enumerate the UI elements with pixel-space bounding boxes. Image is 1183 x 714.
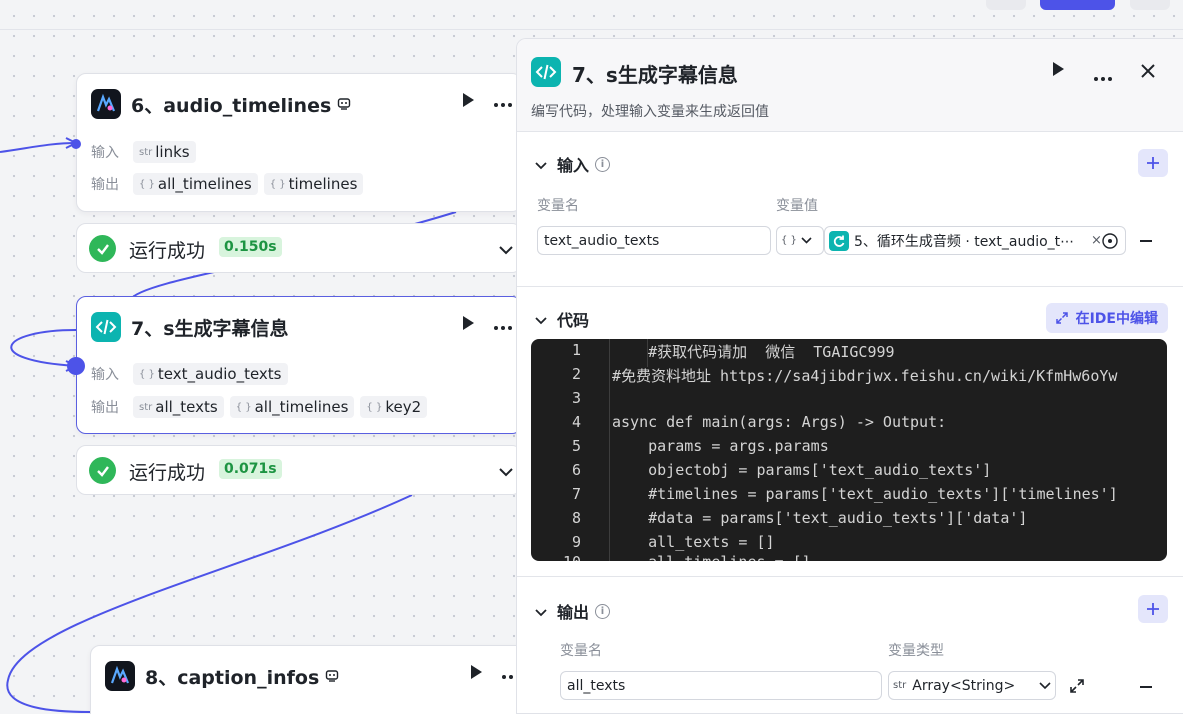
code-line: #data = params['text_audio_texts']['data… [612, 509, 1028, 527]
input-section: 输入 i 变量名 变量值 text_audio_texts { } 5、循环生成… [517, 131, 1183, 286]
output-chip: { } all_timelines [229, 396, 355, 418]
code-icon [531, 57, 561, 87]
info-icon[interactable]: i [595, 156, 611, 172]
expand-icon[interactable] [1069, 678, 1085, 698]
input-port[interactable] [71, 139, 81, 149]
column-header: 变量类型 [888, 643, 944, 659]
node-title: 6、audio_timelines [131, 94, 332, 117]
node-title: 8、caption_infos [145, 666, 320, 689]
output-type-select[interactable]: str Array<String> [888, 671, 1056, 700]
more-icon[interactable] [1093, 67, 1113, 86]
input-label: 输入 [91, 367, 119, 383]
node-audio-timelines[interactable]: 6、audio_timelines 输入 str links 输出 { } all_… [76, 73, 522, 212]
run-status-bar[interactable]: 运行成功 0.071s [76, 445, 522, 495]
output-chip: { } timelines [263, 173, 364, 195]
output-chip: { } all_timelines [133, 173, 258, 195]
code-line: objectobj = params['text_audio_texts'] [612, 461, 992, 479]
chevron-down-icon[interactable] [499, 462, 513, 481]
success-icon [89, 235, 116, 262]
run-icon[interactable] [469, 664, 483, 685]
panel-header: 7、s生成字幕信息 编写代码，处理输入变量来生成返回值 [517, 39, 1183, 131]
output-chip: str all_texts [133, 396, 224, 418]
more-icon[interactable] [493, 92, 513, 113]
add-input-button[interactable] [1138, 149, 1168, 177]
run-icon[interactable] [461, 92, 475, 113]
chevron-down-icon [801, 237, 812, 244]
output-section: 输出 i 变量名 变量类型 all_texts str Array<String… [517, 576, 1183, 713]
add-output-button[interactable] [1138, 595, 1168, 623]
chevron-down-icon[interactable] [499, 240, 513, 259]
ref-type-select[interactable]: { } [776, 226, 824, 255]
input-port[interactable] [67, 357, 85, 375]
panel-description: 编写代码，处理输入变量来生成返回值 [531, 104, 769, 120]
run-icon[interactable] [1051, 61, 1065, 81]
run-time-badge: 0.071s [219, 459, 282, 479]
status-text: 运行成功 [129, 240, 206, 262]
expand-icon [1055, 312, 1068, 324]
run-time-badge: 0.150s [219, 237, 282, 257]
ref-value-field[interactable]: 5、循环生成音频 · text_audio_t⋯ × [824, 226, 1126, 255]
code-editor[interactable]: 1 2 3 4 5 6 7 8 9 10 #获取代码请加 微信 TGAIGC99… [531, 339, 1167, 561]
collapse-chevron-icon[interactable] [535, 155, 547, 174]
run-status-bar[interactable]: 运行成功 0.150s [76, 223, 522, 273]
column-header: 变量值 [776, 198, 818, 214]
remove-input-button[interactable] [1140, 240, 1152, 242]
section-title: 输出 [557, 603, 590, 622]
node-title: 7、s生成字幕信息 [131, 317, 289, 340]
code-line: #获取代码请加 微信 TGAIGC999 [612, 343, 895, 361]
column-header: 变量名 [537, 198, 579, 214]
close-icon[interactable] [1140, 63, 1156, 83]
output-label: 输出 [91, 177, 119, 193]
column-header: 变量名 [560, 643, 602, 659]
code-line: all_timelines = [] [612, 553, 811, 561]
plugin-logo-icon [91, 89, 121, 119]
clear-icon[interactable]: × [1091, 233, 1102, 248]
node-subtitle-info[interactable]: 7、s生成字幕信息 输入 { } text_audio_texts 输出 str a… [76, 296, 522, 434]
input-var-name-field[interactable]: text_audio_texts [537, 226, 771, 255]
output-var-name-field[interactable]: all_texts [560, 671, 882, 700]
run-icon[interactable] [461, 315, 475, 336]
node-caption-infos[interactable]: 8、caption_infos [90, 645, 530, 714]
input-chip: { } text_audio_texts [133, 363, 288, 385]
output-label: 输出 [91, 400, 119, 416]
code-line: all_texts = [] [612, 533, 775, 551]
section-title: 代码 [557, 311, 590, 330]
remove-output-button[interactable] [1140, 686, 1152, 688]
section-title: 输入 [557, 156, 590, 175]
code-line: #timelines = params['text_audio_texts'][… [612, 485, 1118, 503]
edge [0, 142, 77, 153]
code-line: params = args.params [612, 437, 829, 455]
code-section: 代码 在IDE中编辑 1 2 3 4 5 6 7 8 9 10 #获取代码请加 … [517, 286, 1183, 576]
subflow-icon [337, 97, 351, 111]
success-icon [89, 457, 116, 484]
code-line: #免费资料地址 https://sa4jibdrjwx.feishu.cn/wi… [612, 367, 1118, 385]
plugin-logo-icon [105, 661, 135, 691]
input-label: 输入 [91, 145, 119, 161]
collapse-chevron-icon[interactable] [535, 310, 547, 329]
info-icon[interactable]: i [595, 603, 611, 619]
panel-title[interactable]: 7、s生成字幕信息 [572, 59, 738, 88]
more-icon[interactable] [493, 315, 513, 336]
status-text: 运行成功 [129, 462, 206, 484]
collapse-chevron-icon[interactable] [535, 602, 547, 621]
node-config-panel: 7、s生成字幕信息 编写代码，处理输入变量来生成返回值 输入 i 变量名 变量值… [516, 38, 1183, 714]
settings-circle-icon[interactable] [1102, 233, 1118, 253]
loop-node-icon [829, 230, 849, 251]
subflow-icon [325, 669, 339, 683]
input-chip: str links [133, 141, 196, 163]
code-line: async def main(args: Args) -> Output: [612, 413, 947, 431]
chevron-down-icon [1039, 681, 1051, 689]
edit-in-ide-button[interactable]: 在IDE中编辑 [1045, 303, 1168, 333]
output-chip: { } key2 [360, 396, 428, 418]
code-icon [91, 312, 121, 342]
